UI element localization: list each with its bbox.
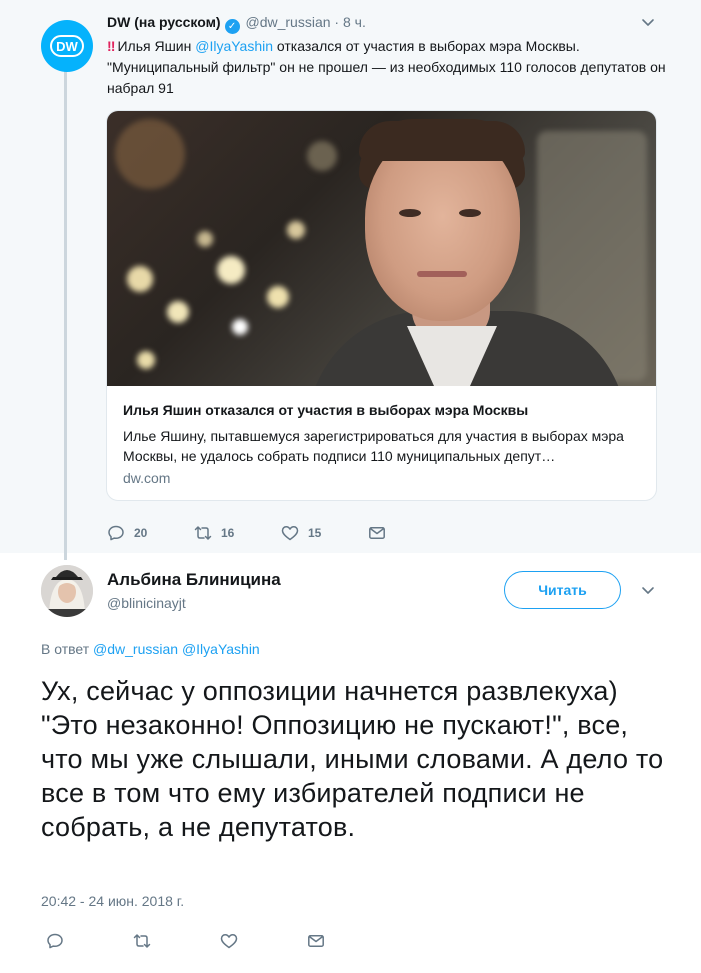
reply-icon xyxy=(47,933,63,949)
reply-author-name[interactable]: Альбина Блиницина xyxy=(107,570,281,590)
reply-tweet-actions xyxy=(46,932,334,950)
double-exclamation-emoji: ‼ xyxy=(107,38,116,54)
dw-avatar[interactable]: DW xyxy=(41,20,93,72)
retweet-icon xyxy=(194,526,212,540)
reply-button[interactable]: 20 xyxy=(107,524,194,542)
separator-dot: · xyxy=(334,14,340,30)
heart-icon xyxy=(281,526,299,541)
envelope-icon xyxy=(308,935,324,947)
like-count: 15 xyxy=(308,526,322,540)
parent-tweet[interactable]: DW DW (на русском) ✓ @dw_russian · 8 ч. ‼… xyxy=(0,0,701,560)
retweet-button[interactable] xyxy=(133,932,220,950)
mention-link[interactable]: @IlyaYashin xyxy=(182,641,260,657)
author-handle[interactable]: @dw_russian xyxy=(245,14,330,30)
reply-author-handle[interactable]: @blinicinayjt xyxy=(107,595,186,611)
link-card[interactable]: Илья Яшин отказался от участия в выборах… xyxy=(106,110,657,501)
thread-connector-line xyxy=(64,70,67,560)
like-button[interactable] xyxy=(220,932,307,950)
direct-message-button[interactable] xyxy=(368,524,395,542)
reply-to-prefix: В ответ xyxy=(41,641,94,657)
avatar-photo xyxy=(41,565,93,617)
retweet-count: 16 xyxy=(221,526,235,540)
dw-logo: DW xyxy=(50,35,84,57)
envelope-icon xyxy=(369,527,385,539)
user-avatar[interactable] xyxy=(41,565,93,617)
tweet-text-part: Илья Яшин xyxy=(117,38,196,54)
chevron-down-icon[interactable] xyxy=(640,582,656,601)
card-image xyxy=(107,111,656,386)
retweet-button[interactable]: 16 xyxy=(194,524,281,542)
direct-message-button[interactable] xyxy=(307,932,334,950)
reply-tweet-text: Ух, сейчас у оппозиции начнется развлеку… xyxy=(41,676,664,842)
parent-tweet-text: ‼ Илья Яшин @IlyaYashin отказался от учас… xyxy=(107,36,667,99)
chevron-down-icon[interactable] xyxy=(640,14,656,33)
retweet-icon xyxy=(133,934,151,948)
parent-tweet-header: DW (на русском) ✓ @dw_russian · 8 ч. xyxy=(107,12,366,34)
heart-icon xyxy=(220,934,238,949)
tweet-timestamp[interactable]: 20:42 - 24 июн. 2018 г. xyxy=(41,893,184,909)
reply-context: В ответ @dw_russian @IlyaYashin xyxy=(41,641,260,657)
card-domain: dw.com xyxy=(123,470,171,486)
card-description: Илье Яшину, пытавшемуся зарегистрировать… xyxy=(123,428,624,464)
mention-link[interactable]: @IlyaYashin xyxy=(195,38,273,54)
reply-button[interactable] xyxy=(46,932,133,950)
like-button[interactable]: 15 xyxy=(281,524,368,542)
card-title[interactable]: Илья Яшин отказался от участия в выборах… xyxy=(123,402,528,418)
reply-icon xyxy=(108,525,124,541)
follow-button[interactable]: Читать xyxy=(504,571,621,609)
parent-tweet-actions: 20 16 15 xyxy=(107,524,395,542)
reply-count: 20 xyxy=(134,526,148,540)
mention-link[interactable]: @dw_russian xyxy=(93,641,178,657)
verified-badge-icon: ✓ xyxy=(224,19,240,34)
author-name[interactable]: DW (на русском) xyxy=(107,14,221,30)
tweet-time[interactable]: 8 ч. xyxy=(343,14,366,30)
